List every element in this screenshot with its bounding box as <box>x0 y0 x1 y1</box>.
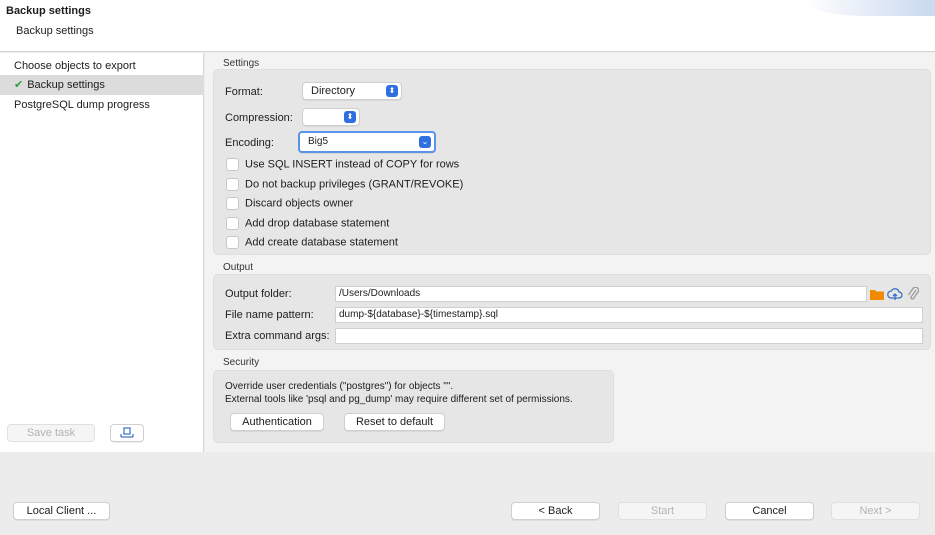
security-text-line1: Override user credentials ("postgres") f… <box>225 381 454 392</box>
wizard-sidebar: Choose objects to export ✔ Backup setting… <box>0 53 204 452</box>
checkbox[interactable] <box>226 178 239 191</box>
next-button[interactable]: Next > <box>831 502 920 520</box>
output-group: Output folder: /Users/Downloads File nam… <box>213 274 931 350</box>
checkbox-discard-owner[interactable]: Discard objects owner <box>226 197 353 213</box>
local-client-button[interactable]: Local Client ... <box>13 502 110 520</box>
wizard-footer: Local Client ... < Back Start Cancel Nex… <box>0 452 935 535</box>
sidebar-item-label: Choose objects to export <box>14 60 136 72</box>
file-name-pattern-label: File name pattern: <box>225 309 314 321</box>
checkbox[interactable] <box>226 217 239 230</box>
settings-group: Format: Directory ⬍ Compression: ⬍ Encod… <box>213 69 931 255</box>
extra-args-input[interactable] <box>335 328 923 344</box>
header-decoration <box>805 0 935 16</box>
checkbox-no-privileges[interactable]: Do not backup privileges (GRANT/REVOKE) <box>226 178 463 194</box>
chevron-updown-icon: ⬍ <box>344 111 356 123</box>
window-title: Backup settings <box>6 5 91 17</box>
security-section-label: Security <box>223 357 260 368</box>
task-button[interactable] <box>110 424 144 442</box>
format-value: Directory <box>311 85 356 97</box>
security-group: Override user credentials ("postgres") f… <box>213 370 614 443</box>
settings-panel: Settings Format: Directory ⬍ Compression… <box>205 53 935 452</box>
checkbox[interactable] <box>226 236 239 249</box>
start-button[interactable]: Start <box>618 502 707 520</box>
sidebar-item-backup-settings[interactable]: ✔ Backup settings <box>0 75 204 95</box>
sidebar-item-label: PostgreSQL dump progress <box>14 99 150 111</box>
sidebar-item-label: Backup settings <box>27 79 105 91</box>
task-tray-icon <box>120 427 134 438</box>
back-button[interactable]: < Back <box>511 502 600 520</box>
settings-section-label: Settings <box>223 58 260 69</box>
save-task-button[interactable]: Save task <box>7 424 95 442</box>
encoding-label: Encoding: <box>225 137 274 149</box>
encoding-value: Big5 <box>308 136 329 147</box>
chevron-down-icon: ⌄ <box>419 136 431 148</box>
paperclip-icon[interactable] <box>907 287 919 301</box>
security-text-line2: External tools like 'psql and pg_dump' m… <box>225 394 573 405</box>
folder-icon[interactable] <box>870 288 884 300</box>
reset-to-default-button[interactable]: Reset to default <box>344 413 445 431</box>
format-select[interactable]: Directory ⬍ <box>302 82 402 100</box>
checkbox-create-database[interactable]: Add create database statement <box>226 236 398 252</box>
chevron-updown-icon: ⬍ <box>386 85 398 97</box>
checkbox[interactable] <box>226 197 239 210</box>
authentication-button[interactable]: Authentication <box>230 413 324 431</box>
file-name-pattern-input[interactable]: dump-${database}-${timestamp}.sql <box>335 307 923 323</box>
sidebar-item-dump-progress[interactable]: PostgreSQL dump progress <box>0 95 204 115</box>
compression-select[interactable]: ⬍ <box>302 108 360 126</box>
encoding-select[interactable]: Big5 ⌄ <box>298 131 436 153</box>
output-section-label: Output <box>223 262 254 273</box>
checkmark-icon: ✔ <box>14 79 24 91</box>
format-label: Format: <box>225 86 263 98</box>
checkbox-drop-database[interactable]: Add drop database statement <box>226 217 389 233</box>
checkbox-sql-insert[interactable]: Use SQL INSERT instead of COPY for rows <box>226 158 459 174</box>
extra-args-label: Extra command args: <box>225 330 330 342</box>
cloud-upload-icon[interactable] <box>887 287 903 301</box>
checkbox[interactable] <box>226 158 239 171</box>
compression-label: Compression: <box>225 112 293 124</box>
cancel-button[interactable]: Cancel <box>725 502 814 520</box>
wizard-header: Backup settings Backup settings <box>0 0 935 52</box>
output-folder-input[interactable]: /Users/Downloads <box>335 286 867 302</box>
output-folder-label: Output folder: <box>225 288 292 300</box>
page-subtitle: Backup settings <box>16 25 94 37</box>
sidebar-item-choose-objects[interactable]: Choose objects to export <box>0 56 204 76</box>
